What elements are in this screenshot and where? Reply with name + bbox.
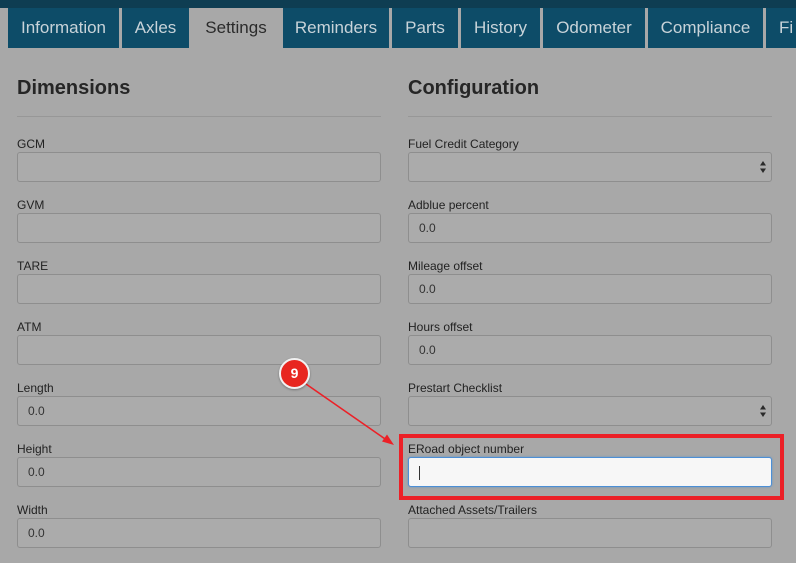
tab-history[interactable]: History [461,8,540,48]
height-label: Height [17,442,52,456]
fuel-credit-category-label: Fuel Credit Category [408,137,519,151]
select-arrows-icon [760,405,766,417]
tab-bar: Information Axles Settings Reminders Par… [0,0,796,49]
adblue-percent-input[interactable]: 0.0 [408,213,772,243]
tab-reminders[interactable]: Reminders [283,8,389,48]
gcm-input[interactable] [17,152,381,182]
gcm-label: GCM [17,137,45,151]
length-label: Length [17,381,54,395]
atm-input[interactable] [17,335,381,365]
attached-assets-label: Attached Assets/Trailers [408,503,537,517]
mileage-offset-input[interactable]: 0.0 [408,274,772,304]
prestart-checklist-label: Prestart Checklist [408,381,503,395]
fuel-credit-category-select[interactable] [408,152,772,182]
length-input[interactable]: 0.0 [17,396,381,426]
hours-offset-label: Hours offset [408,320,473,334]
tab-information[interactable]: Information [8,8,119,48]
tare-label: TARE [17,259,49,273]
width-label: Width [17,503,48,517]
tab-more[interactable]: Fi [766,8,796,48]
tab-odometer[interactable]: Odometer [543,8,645,48]
adblue-percent-label: Adblue percent [408,198,489,212]
prestart-checklist-select[interactable] [408,396,772,426]
height-input[interactable]: 0.0 [17,457,381,487]
step-number-badge: 9 [279,358,310,389]
gvm-label: GVM [17,198,45,212]
highlight-box [399,434,784,500]
hours-offset-input[interactable]: 0.0 [408,335,772,365]
atm-label: ATM [17,320,42,334]
mileage-offset-label: Mileage offset [408,259,483,273]
width-input[interactable]: 0.0 [17,518,381,548]
attached-assets-input[interactable] [408,518,772,548]
dimensions-heading: Dimensions [17,77,131,99]
tare-input[interactable] [17,274,381,304]
tab-compliance[interactable]: Compliance [648,8,763,48]
gvm-input[interactable] [17,213,381,243]
tab-settings[interactable]: Settings [192,8,280,49]
configuration-divider [408,116,772,117]
dimensions-divider [17,116,381,117]
tab-axles[interactable]: Axles [122,8,189,48]
configuration-heading: Configuration [408,77,540,99]
select-arrows-icon [760,161,766,173]
tab-parts[interactable]: Parts [392,8,458,48]
